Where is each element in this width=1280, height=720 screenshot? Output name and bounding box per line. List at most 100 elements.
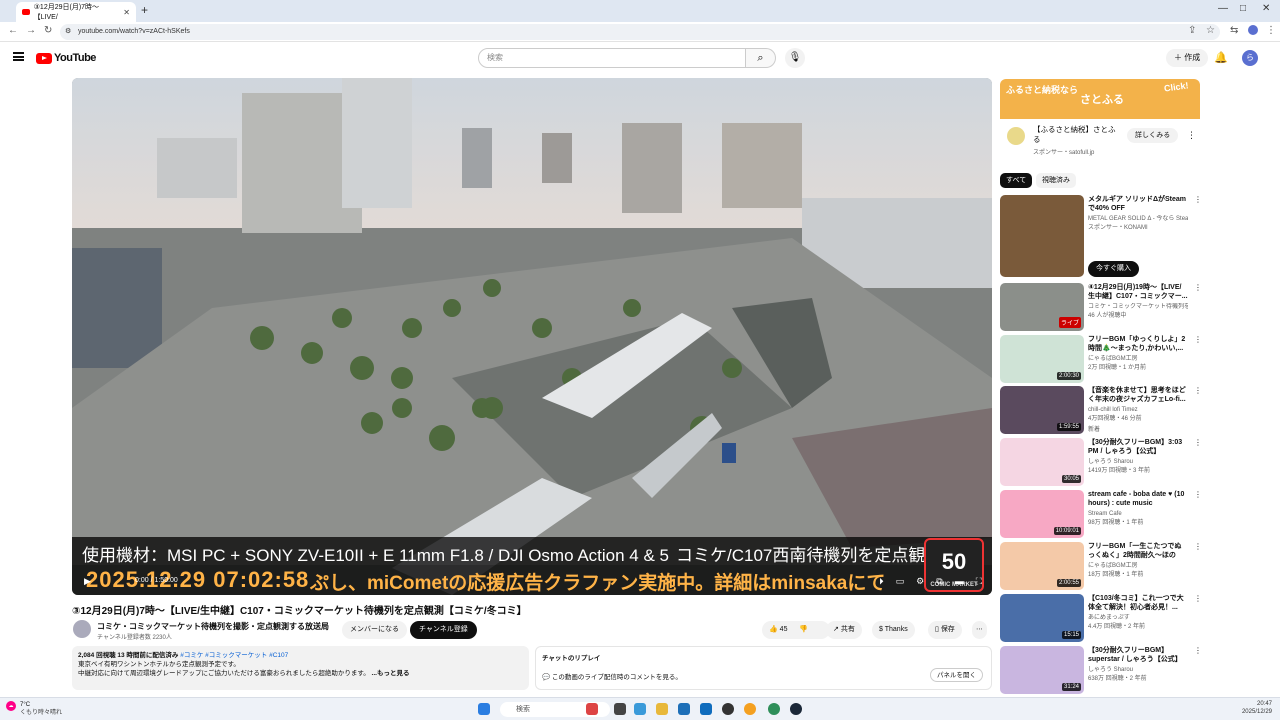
recommendation-item[interactable]: 30:05 【30分耐久フリーBGM】3:03 PM / しゃろう【公式】 しゃろう… — [1000, 438, 1202, 486]
video-player[interactable]: 使用機材：MSI PC + SONY ZV-E10II + E 11mm F1.… — [72, 78, 992, 595]
recommendation-title[interactable]: stream cafe - boba date ♥ (10 hours) : c… — [1088, 490, 1188, 508]
profile-icon[interactable] — [1248, 25, 1258, 35]
recommendation-thumbnail[interactable]: 1:59:55 — [1000, 386, 1084, 434]
settings-gear-icon[interactable]: ⚙ — [916, 576, 924, 587]
recommendation-title[interactable]: 【30分耐久フリーBGM】3:03 PM / しゃろう【公式】 — [1088, 438, 1188, 456]
forward-icon[interactable]: → — [26, 25, 36, 36]
recommendation-item[interactable]: 15:15 【C103/冬コミ】これ一つで大体全て解決！初心者必見！... あにめま… — [1000, 594, 1202, 642]
recommendation-menu-icon[interactable]: ⋮ — [1194, 490, 1202, 499]
notifications-bell-icon[interactable]: 🔔 — [1214, 51, 1228, 64]
recommendation-title[interactable]: メタルギア ソリッドΔがSteamで40% OFF — [1088, 195, 1188, 213]
more-actions-button[interactable]: ⋯ — [972, 621, 987, 639]
task-view-icon[interactable] — [614, 703, 626, 715]
recommendation-menu-icon[interactable]: ⋮ — [1194, 594, 1202, 603]
recommendation-title[interactable]: 【音楽を休ませて】思考をほどく年末の夜ジャズカフェLo-fi... — [1088, 386, 1188, 404]
file-explorer-icon[interactable] — [656, 703, 668, 715]
recommendation-menu-icon[interactable]: ⋮ — [1194, 646, 1202, 655]
new-tab-icon[interactable]: + — [141, 3, 148, 17]
account-avatar[interactable]: ら — [1242, 50, 1258, 66]
create-button[interactable]: ＋ 作成 — [1166, 49, 1209, 67]
outlook-icon[interactable] — [700, 703, 712, 715]
recommendation-thumbnail[interactable]: 31:24 — [1000, 646, 1084, 694]
browser-tab[interactable]: ③12月29日(月)7時〜【LIVE/ ✕ — [16, 2, 136, 22]
voice-search-button[interactable]: 🎙 — [785, 48, 805, 68]
recommendation-thumbnail[interactable]: 2:00:55 — [1000, 542, 1084, 590]
hamburger-menu-icon[interactable] — [13, 52, 24, 61]
recommendation-title[interactable]: フリーBGM「ゆっくりしよ」2時間🎄〜まったり,かわいい,... — [1088, 335, 1188, 353]
play-icon[interactable]: ▶ — [84, 576, 91, 587]
join-membership-button[interactable]: メンバーになる — [342, 621, 407, 639]
youtube-logo[interactable]: YouTube — [36, 52, 96, 64]
share-button[interactable]: ↗ 共有 — [826, 621, 862, 639]
save-button[interactable]: ▯ 保存 — [928, 621, 962, 639]
recommendation-menu-icon[interactable]: ⋮ — [1194, 542, 1202, 551]
browser-menu-icon[interactable]: ⋮ — [1266, 25, 1276, 36]
recommendation-thumbnail[interactable]: ライブ — [1000, 283, 1084, 331]
recommendation-thumbnail[interactable]: 15:15 — [1000, 594, 1084, 642]
recommendation-menu-icon[interactable]: ⋮ — [1194, 283, 1202, 292]
copilot-icon[interactable] — [634, 703, 646, 715]
channel-name[interactable]: コミケ・コミックマーケット待機列を撮影・定点観測する放送局 — [97, 621, 329, 632]
show-more-link[interactable]: ...もっと見る — [372, 670, 410, 677]
thanks-button[interactable]: $ Thanks — [872, 621, 915, 639]
recommendation-item[interactable]: 1:59:55 【音楽を休ませて】思考をほどく年末の夜ジャズカフェLo-fi...… — [1000, 386, 1202, 434]
chrome-icon[interactable] — [768, 703, 780, 715]
buy-now-button[interactable]: 今すぐ購入 — [1088, 261, 1139, 277]
chip-watched[interactable]: 視聴済み — [1036, 173, 1076, 188]
recommendation-title[interactable]: 【C103/冬コミ】これ一つで大体全て解決！初心者必見！... — [1088, 594, 1188, 612]
taskbar-clock[interactable]: 20:47 2025/12/29 — [1242, 700, 1272, 716]
subscribe-button[interactable]: チャンネル登録 — [410, 621, 477, 639]
recommendation-item[interactable]: 31:24 【30分耐久フリーBGM】superstar / しゃろう【公式】 しゃ… — [1000, 646, 1202, 694]
recommendation-menu-icon[interactable]: ⋮ — [1194, 386, 1202, 395]
ad-title[interactable]: 【ふるさと納税】さとふる — [1033, 125, 1121, 145]
url-field[interactable]: ⚙ youtube.com/watch?v=zACt-hSKefs — [60, 24, 1220, 40]
search-button[interactable]: ⌕ — [746, 48, 776, 68]
dislike-button[interactable]: 👎 — [799, 626, 808, 633]
search-input[interactable]: 検索 — [478, 48, 746, 68]
ad-learn-more-button[interactable]: 詳しくみる — [1127, 128, 1179, 143]
close-window-icon[interactable]: ✕ — [1262, 3, 1270, 14]
app-icon-1[interactable] — [722, 703, 734, 715]
recommendation-menu-icon[interactable]: ⋮ — [1194, 438, 1202, 447]
open-panel-button[interactable]: パネルを開く — [930, 668, 983, 682]
reload-icon[interactable]: ↻ — [44, 25, 52, 36]
recommendation-title[interactable]: ④12月29日(月)19時〜【LIVE/生中継】C107・コミックマー... — [1088, 283, 1188, 301]
hashtags[interactable]: #コミケ #コミックマーケット #C107 — [180, 652, 288, 659]
recommendation-item[interactable]: 10:09:01 stream cafe - boba date ♥ (10 ho… — [1000, 490, 1202, 538]
recommendation-menu-icon[interactable]: ⋮ — [1194, 335, 1202, 344]
channel-avatar[interactable] — [73, 620, 91, 638]
recommendation-title[interactable]: フリーBGM「一生こたつでぬっくぬく」2時間耐久〜ほのぼ... — [1088, 542, 1188, 560]
extensions-icon[interactable]: ⇆ — [1230, 25, 1238, 36]
ad-banner[interactable]: ふるさと納税なら さとふる Click! — [1000, 79, 1200, 119]
like-button[interactable]: 👍 45 — [769, 626, 787, 633]
windows-start-icon[interactable] — [478, 703, 490, 715]
maximize-icon[interactable]: □ — [1240, 3, 1246, 14]
recommendation-title[interactable]: 【30分耐久フリーBGM】superstar / しゃろう【公式】 — [1088, 646, 1188, 664]
widget-app-icon[interactable] — [586, 703, 598, 715]
autoplay-toggle-icon[interactable]: ⏵ — [879, 576, 884, 587]
recommendation-thumbnail[interactable]: 30:05 — [1000, 438, 1084, 486]
fullscreen-icon[interactable]: ⛶ — [976, 576, 982, 587]
steam-icon[interactable] — [790, 703, 802, 715]
miniplayer-icon[interactable]: ⧉ — [936, 576, 942, 587]
recommendation-thumbnail[interactable] — [1000, 195, 1084, 277]
subtitles-icon[interactable]: ▭ — [896, 576, 905, 587]
recommendation-thumbnail[interactable]: 2:00:30 — [1000, 335, 1084, 383]
recommendation-item[interactable]: ライブ ④12月29日(月)19時〜【LIVE/生中継】C107・コミックマー..… — [1000, 283, 1202, 331]
close-tab-icon[interactable]: ✕ — [123, 8, 130, 17]
chip-all[interactable]: すべて — [1000, 173, 1033, 188]
store-icon[interactable] — [678, 703, 690, 715]
theater-mode-icon[interactable]: ▬ — [955, 576, 964, 587]
minimize-icon[interactable]: — — [1218, 3, 1228, 14]
back-icon[interactable]: ← — [8, 25, 18, 36]
recommendation-item[interactable]: 2:00:30 フリーBGM「ゆっくりしよ」2時間🎄〜まったり,かわいい,... に… — [1000, 335, 1202, 383]
recommendation-thumbnail[interactable]: 10:09:01 — [1000, 490, 1084, 538]
app-icon-2[interactable] — [744, 703, 756, 715]
install-icon[interactable]: ⇪ — [1188, 25, 1196, 36]
ad-menu-icon[interactable]: ⋮ — [1187, 130, 1196, 141]
bookmark-icon[interactable]: ☆ — [1206, 25, 1215, 36]
description-box[interactable]: 2,084 回視聴 13 時間前に配信済み #コミケ #コミックマーケット #C… — [72, 646, 529, 690]
site-info-icon[interactable]: ⚙ — [65, 24, 71, 40]
recommendation-menu-icon[interactable]: ⋮ — [1194, 195, 1202, 204]
recommendation-item[interactable]: 2:00:55 フリーBGM「一生こたつでぬっくぬく」2時間耐久〜ほのぼ... にゃ… — [1000, 542, 1202, 590]
